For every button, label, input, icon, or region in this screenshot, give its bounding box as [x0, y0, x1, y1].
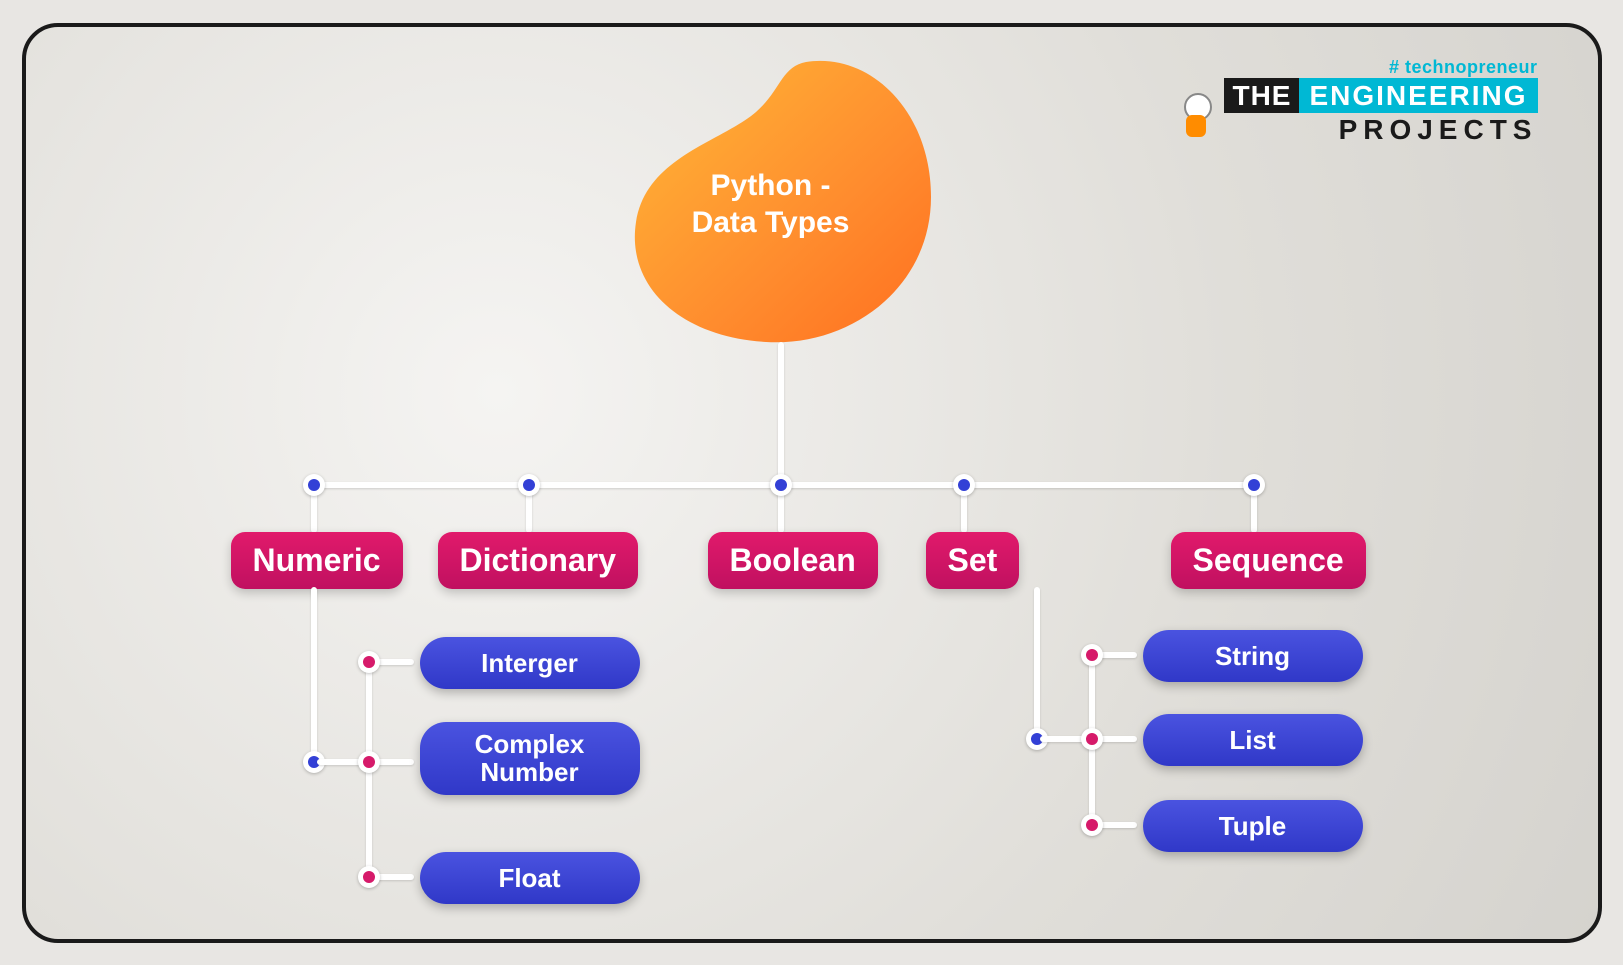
logo-engineering: ENGINEERING	[1299, 78, 1537, 113]
junction-dot-icon	[1081, 728, 1103, 750]
category-set: Set	[926, 532, 1020, 589]
root-label: Python - Data Types	[661, 167, 881, 242]
sub-string: String	[1143, 630, 1363, 683]
connector-line	[311, 587, 317, 762]
junction-dot-icon	[1081, 644, 1103, 666]
junction-dot-icon	[358, 866, 380, 888]
junction-dot-icon	[770, 474, 792, 496]
robot-icon	[1176, 85, 1216, 141]
category-dictionary: Dictionary	[438, 532, 638, 589]
connector-line	[778, 342, 784, 485]
junction-dot-icon	[1081, 814, 1103, 836]
sub-list: List	[1143, 714, 1363, 767]
connector-line	[1034, 587, 1040, 739]
junction-dot-icon	[358, 651, 380, 673]
sub-tuple: Tuple	[1143, 800, 1363, 853]
junction-dot-icon	[1243, 474, 1265, 496]
junction-dot-icon	[303, 474, 325, 496]
sub-complex-number: Complex Number	[420, 722, 640, 795]
diagram-frame: # technopreneur THEENGINEERING PROJECTS …	[22, 23, 1602, 943]
junction-dot-icon	[358, 751, 380, 773]
category-boolean: Boolean	[708, 532, 878, 589]
category-sequence: Sequence	[1171, 532, 1366, 589]
category-numeric: Numeric	[231, 532, 403, 589]
logo-tagline: # technopreneur	[1176, 57, 1537, 78]
sub-float: Float	[420, 852, 640, 905]
root-node: Python - Data Types	[611, 57, 941, 347]
sub-integer: Interger	[420, 637, 640, 690]
brand-logo: # technopreneur THEENGINEERING PROJECTS	[1176, 57, 1537, 146]
junction-dot-icon	[518, 474, 540, 496]
logo-the: THE	[1224, 78, 1299, 113]
junction-dot-icon	[953, 474, 975, 496]
logo-projects: PROJECTS	[1224, 114, 1537, 146]
logo-row: THEENGINEERING PROJECTS	[1176, 80, 1537, 146]
